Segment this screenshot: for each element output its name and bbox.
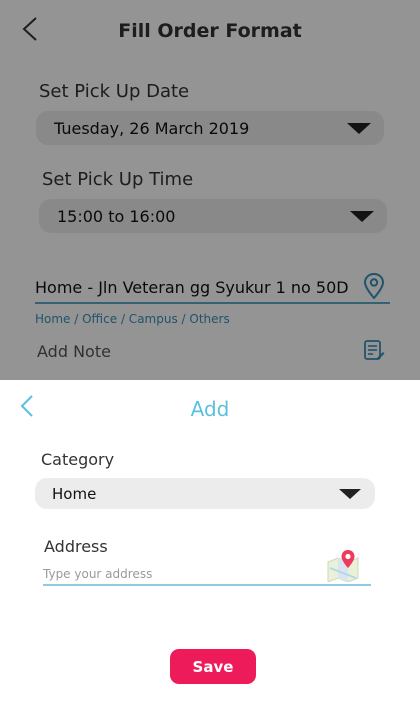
map-pin-icon[interactable] [326,548,362,582]
address-label: Address [44,537,108,556]
address-input[interactable] [43,564,313,584]
category-value: Home [52,484,97,503]
modal-overlay[interactable] [0,0,420,380]
save-button[interactable]: Save [170,649,256,684]
add-address-sheet: Add Category Home Address Save [0,380,420,720]
sheet-title: Add [190,397,230,421]
address-input-wrap [43,564,371,586]
category-select[interactable]: Home [35,478,375,509]
category-label: Category [41,450,115,469]
caret-down-icon [339,488,361,499]
